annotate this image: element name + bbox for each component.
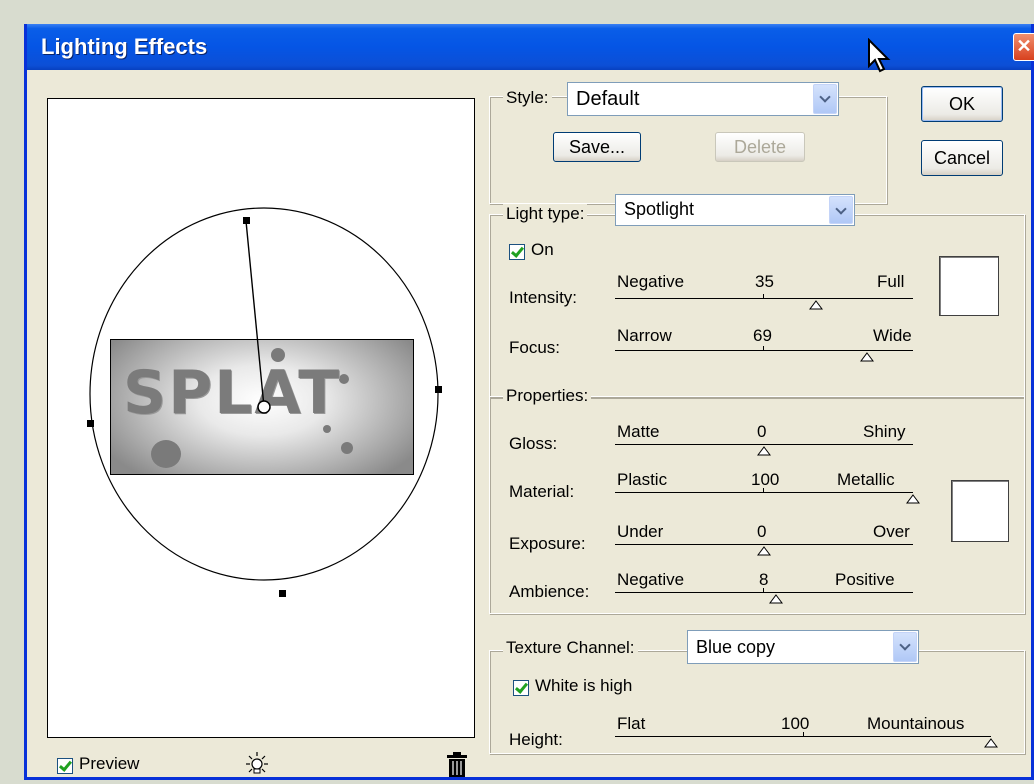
focus-slider-track[interactable] [615,350,913,351]
exposure-min-label: Under [617,522,664,541]
intensity-max-label: Full [877,272,905,291]
trash-icon[interactable] [445,751,469,784]
light-ellipse[interactable] [48,99,476,739]
focus-min-label: Narrow [617,326,672,345]
material-slider-track[interactable] [615,492,913,493]
light-type-value: Spotlight [624,199,695,219]
material-label: Material: [509,482,575,501]
chevron-down-icon [829,196,853,224]
white-is-high-label: White is high [535,676,633,695]
height-label: Height: [509,730,563,749]
lighting-effects-dialog: Lighting Effects ✕ SPLAT Preview Style: … [24,24,1034,780]
cancel-button[interactable]: Cancel [921,140,1003,176]
ambience-min-label: Negative [617,570,685,589]
preview-label: Preview [79,754,140,773]
exposure-label: Exposure: [509,534,586,553]
ambience-slider-track[interactable] [615,592,913,593]
intensity-label: Intensity: [509,288,578,307]
style-dropdown[interactable]: Default [567,82,839,116]
ambience-max-label: Positive [835,570,895,589]
focus-max-label: Wide [873,326,912,345]
light-bulb-icon[interactable] [243,751,271,784]
intensity-min-label: Negative [617,272,685,291]
intensity-center-tick [763,294,764,298]
preview-checkbox[interactable] [57,758,73,774]
gloss-slider-track[interactable] [615,444,913,445]
ambient-color-swatch[interactable] [951,480,1009,542]
focus-center-tick [763,346,764,350]
intensity-slider-track[interactable] [615,298,913,299]
texture-channel-label: Texture Channel: [503,638,638,658]
intensity-value: 35 [755,272,774,291]
exposure-max-label: Over [873,522,910,541]
preview-canvas[interactable]: SPLAT [47,98,475,738]
texture-channel-dropdown[interactable]: Blue copy [687,630,919,664]
chevron-down-icon [893,632,917,662]
gloss-max-label: Shiny [863,422,906,441]
save-button[interactable]: Save... [553,132,641,162]
exposure-value: 0 [757,522,767,541]
delete-button[interactable]: Delete [715,132,805,162]
light-type-label: Light type: [503,204,588,224]
texture-channel-value: Blue copy [696,637,776,657]
material-min-label: Plastic [617,470,668,489]
light-on-label: On [531,240,554,259]
focus-label: Focus: [509,338,561,357]
material-max-label: Metallic [837,470,895,489]
gloss-label: Gloss: [509,434,558,453]
ok-button[interactable]: OK [921,86,1003,122]
chevron-down-icon [813,84,837,114]
material-value: 100 [751,470,780,489]
exposure-slider-track[interactable] [615,544,913,545]
height-max-label: Mountainous [867,714,965,733]
height-min-label: Flat [617,714,646,733]
properties-title: Properties: [503,386,592,406]
gloss-min-label: Matte [617,422,660,441]
height-value: 100 [781,714,810,733]
light-type-dropdown[interactable]: Spotlight [615,194,855,226]
white-is-high-checkbox[interactable] [513,680,529,696]
texture-group [489,650,1025,754]
style-label: Style: [503,88,552,108]
style-value: Default [576,88,640,110]
ambience-value: 8 [759,570,769,589]
gloss-value: 0 [757,422,767,441]
focus-value: 69 [753,326,772,345]
window-title: Lighting Effects [41,34,208,59]
light-color-swatch[interactable] [939,256,999,316]
light-on-checkbox[interactable] [509,244,525,260]
material-center-tick [763,488,764,492]
ambience-center-tick [763,588,764,592]
ambience-label: Ambience: [509,582,590,601]
close-icon[interactable]: ✕ [1013,33,1034,61]
cursor-icon [867,37,893,79]
height-slider-track[interactable] [615,736,991,737]
height-center-tick [803,732,804,736]
